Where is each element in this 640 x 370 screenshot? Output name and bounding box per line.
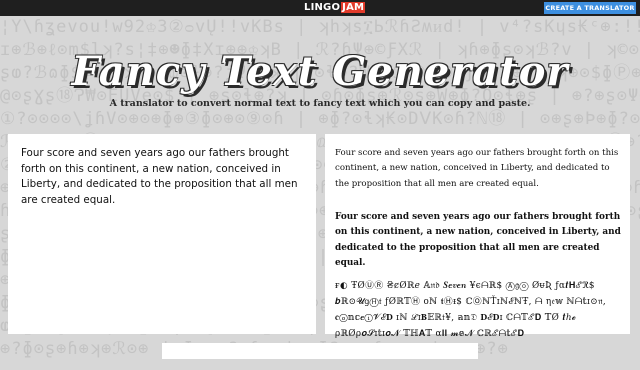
input-panel: Four score and seven years ago our fathe… — [8, 134, 316, 334]
create-translator-button[interactable]: CREATE A TRANSLATOR — [544, 2, 636, 14]
output-mixed-fancy-text[interactable]: ғ◐ ŦØⓊⓇ ₴ȼØℝ𝑒 𝔸𝔫𝔡 𝑺𝒆𝒗𝒆𝒏 ¥єᗩℝ$ Ⓐ𝔤ⓞ ØᵾƦ ƒα… — [335, 278, 625, 342]
page-title: Fancy Text Generator — [71, 48, 569, 95]
top-navigation-bar: LINGO JAM CREATE A TRANSLATOR — [0, 0, 640, 16]
output-bold-text[interactable]: Four score and seven years ago our fathe… — [335, 210, 625, 271]
output-panel: Four score and seven years ago our fathe… — [325, 134, 630, 339]
logo-text-lingo: LINGO — [304, 2, 341, 13]
page-subtitle: A translator to convert normal text to f… — [109, 98, 531, 109]
bottom-text-field[interactable] — [162, 343, 478, 359]
logo-text-jam: JAM — [341, 2, 366, 13]
lingojam-logo[interactable]: LINGO JAM — [304, 2, 366, 14]
output-typewriter-text[interactable]: Four score and seven years ago our fathe… — [335, 146, 625, 192]
source-text-input[interactable]: Four score and seven years ago our fathe… — [8, 134, 316, 334]
